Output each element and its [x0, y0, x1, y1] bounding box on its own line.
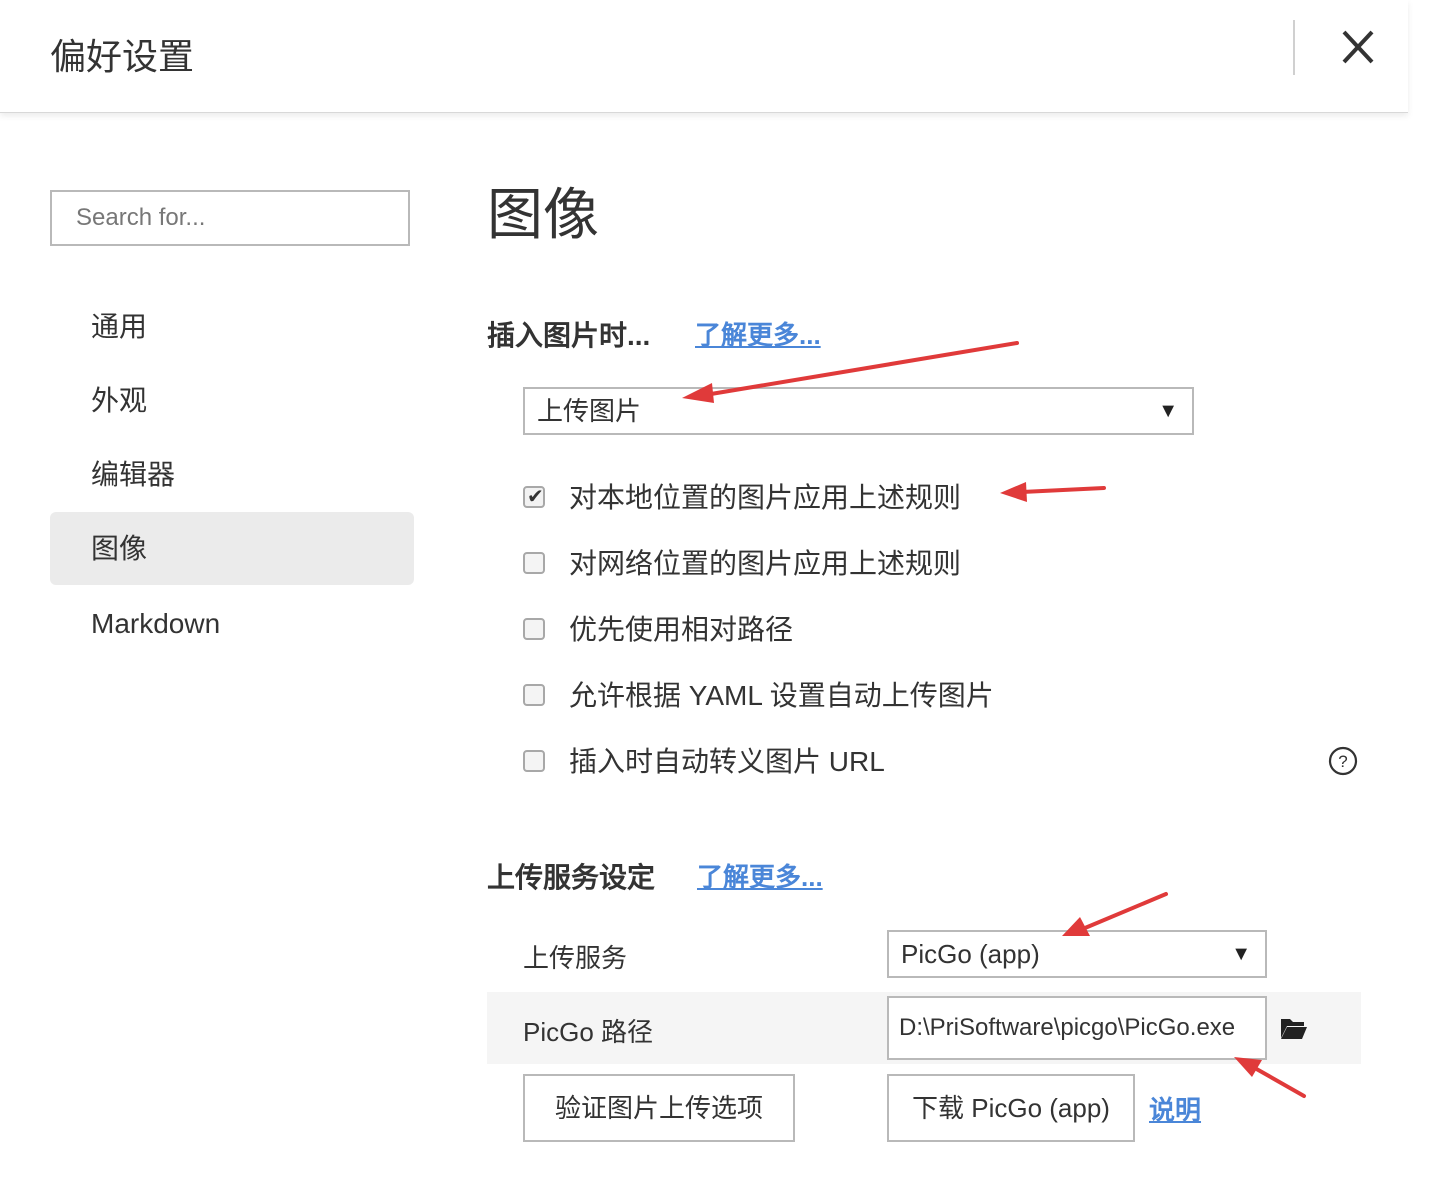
- option-row-escape-url: 插入时自动转义图片 URL ?: [523, 742, 1363, 782]
- picgo-path-label: PicGo 路径: [523, 1017, 654, 1047]
- dialog-header: 偏好设置: [0, 0, 1408, 113]
- option-label: 对网络位置的图片应用上述规则: [569, 548, 962, 579]
- option-row-yaml-upload: 允许根据 YAML 设置自动上传图片: [523, 676, 1363, 716]
- checkbox-relative-path[interactable]: [523, 618, 545, 640]
- verify-upload-button[interactable]: 验证图片上传选项: [523, 1074, 795, 1142]
- download-picgo-button[interactable]: 下载 PicGo (app): [887, 1074, 1135, 1142]
- option-label: 优先使用相对路径: [569, 614, 794, 645]
- upload-service-label: 上传服务: [523, 943, 628, 973]
- arrow-to-path-input: [1251, 1065, 1306, 1098]
- upload-section-title: 上传服务设定: [487, 862, 656, 893]
- option-label: 插入时自动转义图片 URL: [569, 746, 885, 777]
- checkbox-local-images[interactable]: ✔: [523, 486, 545, 508]
- upload-service-value: PicGo (app): [901, 939, 1040, 969]
- caret-down-icon: ▼: [1231, 943, 1251, 965]
- option-row-network-images: 对网络位置的图片应用上述规则: [523, 544, 1363, 584]
- option-row-relative-path: 优先使用相对路径: [523, 610, 1363, 650]
- header-divider: [1293, 20, 1295, 75]
- insert-action-value: 上传图片: [537, 396, 642, 426]
- checkmark-icon: ✔: [527, 486, 544, 508]
- checkbox-escape-url[interactable]: [523, 750, 545, 772]
- close-button[interactable]: [1334, 22, 1382, 72]
- caret-down-icon: ▼: [1158, 400, 1178, 422]
- search-input[interactable]: [50, 190, 410, 246]
- sidebar-item-editor[interactable]: 编辑器: [50, 438, 414, 511]
- checkbox-yaml-upload[interactable]: [523, 684, 545, 706]
- close-icon: [1342, 30, 1374, 64]
- option-label: 允许根据 YAML 设置自动上传图片: [569, 680, 994, 711]
- sidebar-item-markdown[interactable]: Markdown: [50, 587, 414, 660]
- option-label: 对本地位置的图片应用上述规则: [569, 482, 962, 513]
- picgo-path-input[interactable]: D:\PriSoftware\picgo\PicGo.exe: [887, 996, 1267, 1060]
- upload-learn-more-link[interactable]: 了解更多...: [697, 857, 823, 894]
- svg-text:?: ?: [1338, 752, 1347, 771]
- insert-learn-more-link[interactable]: 了解更多...: [695, 315, 821, 352]
- sidebar-item-appearance[interactable]: 外观: [50, 364, 414, 437]
- option-row-local-images: ✔ 对本地位置的图片应用上述规则: [523, 478, 1363, 518]
- page-title: 图像: [487, 183, 599, 246]
- checkbox-network-images[interactable]: [523, 552, 545, 574]
- dialog-title: 偏好设置: [50, 36, 195, 77]
- folder-open-icon[interactable]: [1280, 1016, 1308, 1040]
- insert-section-title: 插入图片时...: [487, 320, 651, 351]
- upload-service-select[interactable]: PicGo (app) ▼: [887, 930, 1267, 978]
- sidebar-item-image[interactable]: 图像: [50, 512, 414, 585]
- question-circle-icon[interactable]: ?: [1327, 745, 1359, 777]
- arrow-to-upload-service: [1083, 892, 1168, 930]
- explain-link[interactable]: 说明: [1149, 1090, 1201, 1127]
- sidebar-item-general[interactable]: 通用: [50, 290, 414, 363]
- insert-action-select[interactable]: 上传图片 ▼: [523, 387, 1194, 435]
